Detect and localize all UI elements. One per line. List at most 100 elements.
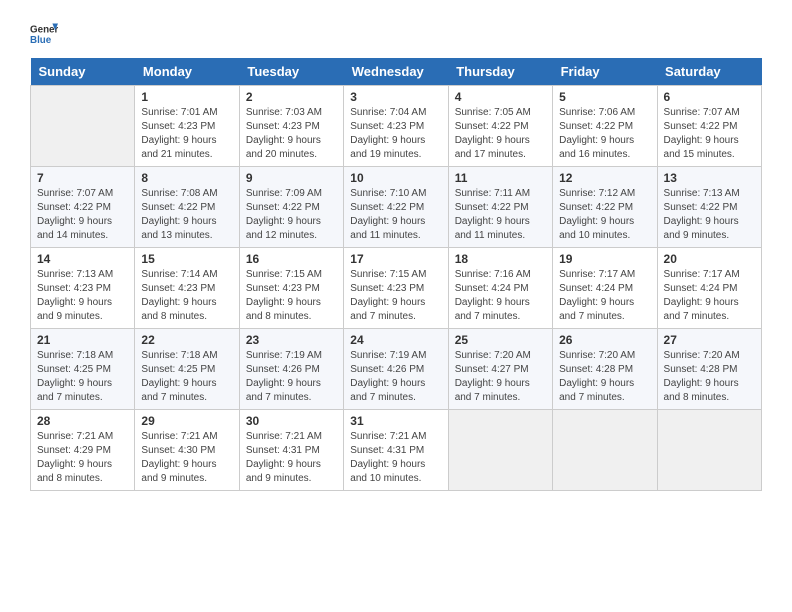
cell-info: Sunrise: 7:09 AMSunset: 4:22 PMDaylight:… — [246, 187, 337, 243]
cell-info: Sunrise: 7:01 AMSunset: 4:23 PMDaylight:… — [141, 106, 232, 162]
day-number: 13 — [664, 171, 755, 185]
day-number: 9 — [246, 171, 337, 185]
day-number: 7 — [37, 171, 128, 185]
calendar-cell — [31, 86, 135, 167]
cell-info: Sunrise: 7:08 AMSunset: 4:22 PMDaylight:… — [141, 187, 232, 243]
cell-info: Sunrise: 7:07 AMSunset: 4:22 PMDaylight:… — [37, 187, 128, 243]
calendar-cell: 29 Sunrise: 7:21 AMSunset: 4:30 PMDaylig… — [135, 410, 239, 491]
calendar-cell: 26 Sunrise: 7:20 AMSunset: 4:28 PMDaylig… — [553, 329, 657, 410]
cell-info: Sunrise: 7:03 AMSunset: 4:23 PMDaylight:… — [246, 106, 337, 162]
week-row-1: 1 Sunrise: 7:01 AMSunset: 4:23 PMDayligh… — [31, 86, 762, 167]
week-row-2: 7 Sunrise: 7:07 AMSunset: 4:22 PMDayligh… — [31, 167, 762, 248]
cell-info: Sunrise: 7:17 AMSunset: 4:24 PMDaylight:… — [664, 268, 755, 324]
cell-info: Sunrise: 7:21 AMSunset: 4:29 PMDaylight:… — [37, 430, 128, 486]
weekday-header-friday: Friday — [553, 58, 657, 86]
calendar-cell: 8 Sunrise: 7:08 AMSunset: 4:22 PMDayligh… — [135, 167, 239, 248]
calendar-cell: 28 Sunrise: 7:21 AMSunset: 4:29 PMDaylig… — [31, 410, 135, 491]
calendar-cell: 30 Sunrise: 7:21 AMSunset: 4:31 PMDaylig… — [239, 410, 343, 491]
cell-info: Sunrise: 7:12 AMSunset: 4:22 PMDaylight:… — [559, 187, 650, 243]
calendar-cell: 18 Sunrise: 7:16 AMSunset: 4:24 PMDaylig… — [448, 248, 552, 329]
calendar-cell: 12 Sunrise: 7:12 AMSunset: 4:22 PMDaylig… — [553, 167, 657, 248]
cell-info: Sunrise: 7:18 AMSunset: 4:25 PMDaylight:… — [37, 349, 128, 405]
weekday-header-thursday: Thursday — [448, 58, 552, 86]
calendar-cell: 14 Sunrise: 7:13 AMSunset: 4:23 PMDaylig… — [31, 248, 135, 329]
calendar-cell: 23 Sunrise: 7:19 AMSunset: 4:26 PMDaylig… — [239, 329, 343, 410]
calendar-cell: 21 Sunrise: 7:18 AMSunset: 4:25 PMDaylig… — [31, 329, 135, 410]
svg-text:Blue: Blue — [30, 35, 52, 46]
cell-info: Sunrise: 7:14 AMSunset: 4:23 PMDaylight:… — [141, 268, 232, 324]
weekday-header-wednesday: Wednesday — [344, 58, 448, 86]
day-number: 3 — [350, 90, 441, 104]
calendar-cell: 16 Sunrise: 7:15 AMSunset: 4:23 PMDaylig… — [239, 248, 343, 329]
day-number: 27 — [664, 333, 755, 347]
weekday-header-sunday: Sunday — [31, 58, 135, 86]
calendar-cell: 11 Sunrise: 7:11 AMSunset: 4:22 PMDaylig… — [448, 167, 552, 248]
day-number: 1 — [141, 90, 232, 104]
calendar-cell: 19 Sunrise: 7:17 AMSunset: 4:24 PMDaylig… — [553, 248, 657, 329]
cell-info: Sunrise: 7:20 AMSunset: 4:28 PMDaylight:… — [664, 349, 755, 405]
cell-info: Sunrise: 7:16 AMSunset: 4:24 PMDaylight:… — [455, 268, 546, 324]
day-number: 11 — [455, 171, 546, 185]
cell-info: Sunrise: 7:18 AMSunset: 4:25 PMDaylight:… — [141, 349, 232, 405]
day-number: 18 — [455, 252, 546, 266]
day-number: 23 — [246, 333, 337, 347]
day-number: 2 — [246, 90, 337, 104]
cell-info: Sunrise: 7:15 AMSunset: 4:23 PMDaylight:… — [350, 268, 441, 324]
calendar-cell: 9 Sunrise: 7:09 AMSunset: 4:22 PMDayligh… — [239, 167, 343, 248]
calendar-body: 1 Sunrise: 7:01 AMSunset: 4:23 PMDayligh… — [31, 86, 762, 491]
calendar-header: SundayMondayTuesdayWednesdayThursdayFrid… — [31, 58, 762, 86]
day-number: 30 — [246, 414, 337, 428]
calendar-table: SundayMondayTuesdayWednesdayThursdayFrid… — [30, 58, 762, 491]
day-number: 24 — [350, 333, 441, 347]
calendar-cell: 24 Sunrise: 7:19 AMSunset: 4:26 PMDaylig… — [344, 329, 448, 410]
calendar-cell: 27 Sunrise: 7:20 AMSunset: 4:28 PMDaylig… — [657, 329, 761, 410]
day-number: 29 — [141, 414, 232, 428]
day-number: 20 — [664, 252, 755, 266]
day-number: 31 — [350, 414, 441, 428]
calendar-cell — [448, 410, 552, 491]
day-number: 6 — [664, 90, 755, 104]
weekday-header-tuesday: Tuesday — [239, 58, 343, 86]
cell-info: Sunrise: 7:17 AMSunset: 4:24 PMDaylight:… — [559, 268, 650, 324]
calendar-cell: 25 Sunrise: 7:20 AMSunset: 4:27 PMDaylig… — [448, 329, 552, 410]
calendar-cell: 17 Sunrise: 7:15 AMSunset: 4:23 PMDaylig… — [344, 248, 448, 329]
calendar-cell: 5 Sunrise: 7:06 AMSunset: 4:22 PMDayligh… — [553, 86, 657, 167]
calendar-cell: 13 Sunrise: 7:13 AMSunset: 4:22 PMDaylig… — [657, 167, 761, 248]
day-number: 26 — [559, 333, 650, 347]
calendar-cell: 4 Sunrise: 7:05 AMSunset: 4:22 PMDayligh… — [448, 86, 552, 167]
day-number: 12 — [559, 171, 650, 185]
day-number: 14 — [37, 252, 128, 266]
calendar-cell: 10 Sunrise: 7:10 AMSunset: 4:22 PMDaylig… — [344, 167, 448, 248]
cell-info: Sunrise: 7:20 AMSunset: 4:27 PMDaylight:… — [455, 349, 546, 405]
cell-info: Sunrise: 7:20 AMSunset: 4:28 PMDaylight:… — [559, 349, 650, 405]
cell-info: Sunrise: 7:19 AMSunset: 4:26 PMDaylight:… — [246, 349, 337, 405]
weekday-header-monday: Monday — [135, 58, 239, 86]
cell-info: Sunrise: 7:21 AMSunset: 4:30 PMDaylight:… — [141, 430, 232, 486]
cell-info: Sunrise: 7:04 AMSunset: 4:23 PMDaylight:… — [350, 106, 441, 162]
cell-info: Sunrise: 7:13 AMSunset: 4:23 PMDaylight:… — [37, 268, 128, 324]
weekday-header-saturday: Saturday — [657, 58, 761, 86]
day-number: 19 — [559, 252, 650, 266]
cell-info: Sunrise: 7:10 AMSunset: 4:22 PMDaylight:… — [350, 187, 441, 243]
logo-icon: General Blue — [30, 20, 58, 48]
calendar-cell: 31 Sunrise: 7:21 AMSunset: 4:31 PMDaylig… — [344, 410, 448, 491]
day-number: 15 — [141, 252, 232, 266]
day-number: 8 — [141, 171, 232, 185]
cell-info: Sunrise: 7:07 AMSunset: 4:22 PMDaylight:… — [664, 106, 755, 162]
calendar-cell — [553, 410, 657, 491]
day-number: 16 — [246, 252, 337, 266]
cell-info: Sunrise: 7:21 AMSunset: 4:31 PMDaylight:… — [246, 430, 337, 486]
calendar-cell: 6 Sunrise: 7:07 AMSunset: 4:22 PMDayligh… — [657, 86, 761, 167]
week-row-5: 28 Sunrise: 7:21 AMSunset: 4:29 PMDaylig… — [31, 410, 762, 491]
weekday-header-row: SundayMondayTuesdayWednesdayThursdayFrid… — [31, 58, 762, 86]
day-number: 5 — [559, 90, 650, 104]
cell-info: Sunrise: 7:06 AMSunset: 4:22 PMDaylight:… — [559, 106, 650, 162]
day-number: 22 — [141, 333, 232, 347]
day-number: 17 — [350, 252, 441, 266]
logo: General Blue — [30, 20, 58, 48]
calendar-cell: 20 Sunrise: 7:17 AMSunset: 4:24 PMDaylig… — [657, 248, 761, 329]
day-number: 10 — [350, 171, 441, 185]
calendar-cell: 15 Sunrise: 7:14 AMSunset: 4:23 PMDaylig… — [135, 248, 239, 329]
calendar-cell: 22 Sunrise: 7:18 AMSunset: 4:25 PMDaylig… — [135, 329, 239, 410]
calendar-cell: 3 Sunrise: 7:04 AMSunset: 4:23 PMDayligh… — [344, 86, 448, 167]
